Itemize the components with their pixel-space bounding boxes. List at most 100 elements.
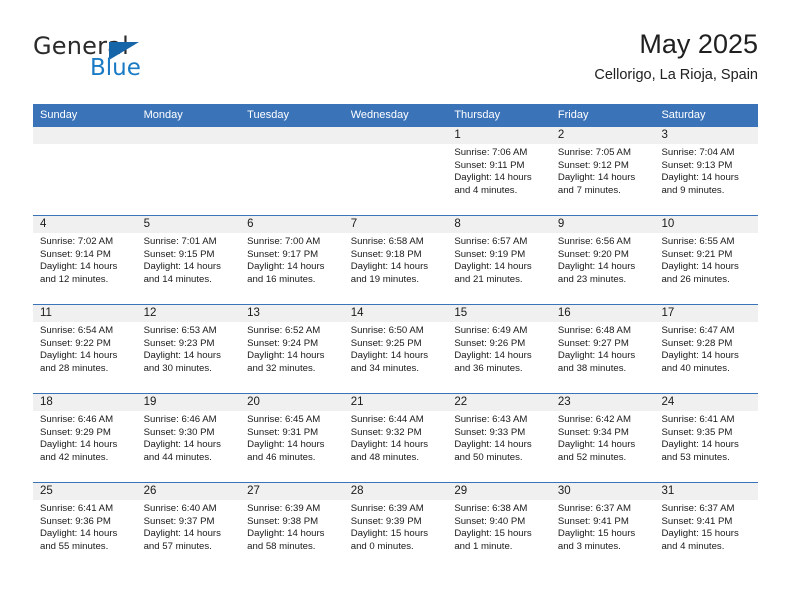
calendar-day-cell[interactable]: 21 Sunrise: 6:44 AM Sunset: 9:32 PM Dayligh…: [343, 394, 448, 482]
calendar-day-cell[interactable]: 18 Sunrise: 6:46 AM Sunset: 9:29 PM Dayligh…: [33, 394, 137, 482]
calendar-day-cell-empty: [343, 127, 448, 215]
daylight-duration-line2: and 19 minutes.: [350, 273, 420, 285]
day-number: 16: [550, 305, 655, 322]
day-sun-info: Sunrise: 6:37 AM Sunset: 9:41 PM Daylight:…: [551, 500, 655, 553]
sunset-time: Sunset: 9:27 PM: [557, 337, 629, 349]
title-block: May 2025 Cellorigo, La Rioja, Spain: [594, 28, 758, 85]
sunrise-time: Sunrise: 7:02 AM: [40, 236, 114, 247]
daylight-duration-line2: and 40 minutes.: [661, 362, 730, 374]
calendar-day-cell[interactable]: 7 Sunrise: 6:58 AM Sunset: 9:18 PM Daylight…: [343, 216, 448, 304]
daylight-duration-line2: and 36 minutes.: [454, 362, 523, 374]
day-number: 9: [550, 216, 655, 233]
calendar-day-cell[interactable]: 13 Sunrise: 6:52 AM Sunset: 9:24 PM Dayligh…: [240, 305, 344, 393]
daylight-duration-line2: and 34 minutes.: [350, 362, 420, 374]
day-sun-info: Sunrise: 6:50 AM Sunset: 9:25 PM Daylight:…: [344, 322, 448, 375]
sunrise-time: Sunrise: 6:38 AM: [454, 503, 528, 514]
calendar-day-cell[interactable]: 14 Sunrise: 6:50 AM Sunset: 9:25 PM Dayligh…: [343, 305, 448, 393]
calendar-day-cell[interactable]: 24 Sunrise: 6:41 AM Sunset: 9:35 PM Dayligh…: [654, 394, 759, 482]
sunrise-time: Sunrise: 6:39 AM: [350, 503, 424, 514]
sunrise-time: Sunrise: 6:40 AM: [143, 503, 217, 514]
calendar-day-cell[interactable]: 23 Sunrise: 6:42 AM Sunset: 9:34 PM Dayligh…: [550, 394, 655, 482]
calendar-day-cell[interactable]: 20 Sunrise: 6:45 AM Sunset: 9:31 PM Dayligh…: [240, 394, 344, 482]
calendar-day-cell[interactable]: 10 Sunrise: 6:55 AM Sunset: 9:21 PM Dayligh…: [654, 216, 759, 304]
sunset-time: Sunset: 9:33 PM: [454, 426, 526, 438]
day-number: [240, 127, 344, 144]
calendar-day-cell[interactable]: 25 Sunrise: 6:41 AM Sunset: 9:36 PM Dayligh…: [33, 483, 137, 571]
sunset-time: Sunset: 9:12 PM: [557, 159, 629, 171]
calendar-day-cell[interactable]: 2 Sunrise: 7:05 AM Sunset: 9:12 PM Daylight…: [550, 127, 655, 215]
calendar-day-cell[interactable]: 3 Sunrise: 7:04 AM Sunset: 9:13 PM Daylight…: [654, 127, 759, 215]
day-number: 12: [136, 305, 241, 322]
daylight-duration-line2: and 30 minutes.: [143, 362, 212, 374]
day-sun-info: Sunrise: 6:42 AM Sunset: 9:34 PM Daylight:…: [551, 411, 655, 464]
daylight-duration-line1: Daylight: 14 hours: [40, 261, 118, 273]
daylight-duration-line2: and 9 minutes.: [661, 184, 725, 196]
day-number: 30: [550, 483, 655, 500]
sunrise-time: Sunrise: 6:39 AM: [247, 503, 321, 514]
calendar-day-cell[interactable]: 22 Sunrise: 6:43 AM Sunset: 9:33 PM Dayligh…: [447, 394, 551, 482]
daylight-duration-line2: and 4 minutes.: [454, 184, 518, 196]
sunrise-time: Sunrise: 6:41 AM: [661, 414, 735, 425]
day-number: 1: [447, 127, 551, 144]
sunset-time: Sunset: 9:11 PM: [454, 159, 525, 171]
calendar-day-cell[interactable]: 6 Sunrise: 7:00 AM Sunset: 9:17 PM Daylight…: [240, 216, 344, 304]
calendar-day-cell[interactable]: 1 Sunrise: 7:06 AM Sunset: 9:11 PM Daylight…: [447, 127, 551, 215]
calendar-day-cell[interactable]: 17 Sunrise: 6:47 AM Sunset: 9:28 PM Dayligh…: [654, 305, 759, 393]
day-sun-info: Sunrise: 6:41 AM Sunset: 9:35 PM Daylight:…: [654, 411, 758, 464]
sunset-time: Sunset: 9:23 PM: [143, 337, 215, 349]
day-number: 29: [447, 483, 551, 500]
daylight-duration-line1: Daylight: 14 hours: [557, 261, 636, 273]
day-number: 22: [447, 394, 551, 411]
calendar-week-row: 4 Sunrise: 7:02 AM Sunset: 9:14 PM Daylight…: [33, 215, 759, 304]
calendar-day-cell[interactable]: 4 Sunrise: 7:02 AM Sunset: 9:14 PM Daylight…: [33, 216, 137, 304]
sunset-time: Sunset: 9:19 PM: [454, 248, 526, 260]
day-number: 2: [550, 127, 655, 144]
daylight-duration-line1: Daylight: 14 hours: [247, 261, 325, 273]
calendar-day-cell[interactable]: 5 Sunrise: 7:01 AM Sunset: 9:15 PM Daylight…: [136, 216, 241, 304]
calendar-day-cell[interactable]: 30 Sunrise: 6:37 AM Sunset: 9:41 PM Dayligh…: [550, 483, 655, 571]
sunrise-time: Sunrise: 6:37 AM: [557, 503, 631, 514]
daylight-duration-line1: Daylight: 15 hours: [454, 528, 532, 540]
calendar-day-cell[interactable]: 19 Sunrise: 6:46 AM Sunset: 9:30 PM Dayligh…: [136, 394, 241, 482]
sunrise-time: Sunrise: 6:46 AM: [143, 414, 217, 425]
day-sun-info: Sunrise: 7:06 AM Sunset: 9:11 PM Daylight:…: [447, 144, 551, 197]
calendar-day-cell[interactable]: 27 Sunrise: 6:39 AM Sunset: 9:38 PM Dayligh…: [240, 483, 344, 571]
sunset-time: Sunset: 9:37 PM: [143, 515, 215, 527]
sunrise-time: Sunrise: 6:53 AM: [143, 325, 217, 336]
daylight-duration-line2: and 53 minutes.: [661, 451, 730, 463]
calendar-day-cell[interactable]: 29 Sunrise: 6:38 AM Sunset: 9:40 PM Dayligh…: [447, 483, 551, 571]
calendar-day-cell-empty: [240, 127, 344, 215]
calendar-day-cell[interactable]: 9 Sunrise: 6:56 AM Sunset: 9:20 PM Daylight…: [550, 216, 655, 304]
sunset-time: Sunset: 9:40 PM: [454, 515, 526, 527]
day-number: 17: [654, 305, 759, 322]
sunrise-time: Sunrise: 6:47 AM: [661, 325, 735, 336]
daylight-duration-line2: and 57 minutes.: [143, 540, 212, 552]
day-sun-info: Sunrise: 6:55 AM Sunset: 9:21 PM Daylight:…: [654, 233, 758, 286]
daylight-duration-line1: Daylight: 14 hours: [247, 528, 325, 540]
calendar-day-cell[interactable]: 28 Sunrise: 6:39 AM Sunset: 9:39 PM Dayligh…: [343, 483, 448, 571]
sunset-time: Sunset: 9:14 PM: [40, 248, 111, 260]
day-sun-info: Sunrise: 6:47 AM Sunset: 9:28 PM Daylight:…: [654, 322, 758, 375]
day-sun-info: Sunrise: 6:41 AM Sunset: 9:36 PM Daylight:…: [33, 500, 137, 553]
day-sun-info: Sunrise: 6:39 AM Sunset: 9:39 PM Daylight:…: [344, 500, 448, 553]
daylight-duration-line2: and 38 minutes.: [557, 362, 627, 374]
day-number: 20: [240, 394, 344, 411]
calendar-day-cell[interactable]: 16 Sunrise: 6:48 AM Sunset: 9:27 PM Dayligh…: [550, 305, 655, 393]
daylight-duration-line1: Daylight: 14 hours: [557, 439, 636, 451]
daylight-duration-line1: Daylight: 15 hours: [350, 528, 429, 540]
sunrise-time: Sunrise: 6:44 AM: [350, 414, 424, 425]
general-blue-logo: General Blue: [33, 32, 263, 88]
weekday-header-row: Sunday Monday Tuesday Wednesday Thursday…: [33, 104, 758, 127]
calendar-day-cell[interactable]: 15 Sunrise: 6:49 AM Sunset: 9:26 PM Dayligh…: [447, 305, 551, 393]
calendar-day-cell[interactable]: 8 Sunrise: 6:57 AM Sunset: 9:19 PM Daylight…: [447, 216, 551, 304]
calendar-day-cell[interactable]: 12 Sunrise: 6:53 AM Sunset: 9:23 PM Dayligh…: [136, 305, 241, 393]
daylight-duration-line2: and 23 minutes.: [557, 273, 627, 285]
daylight-duration-line1: Daylight: 14 hours: [143, 439, 221, 451]
day-number: 19: [136, 394, 241, 411]
day-sun-info: Sunrise: 6:46 AM Sunset: 9:29 PM Daylight:…: [33, 411, 137, 464]
calendar-day-cell[interactable]: 26 Sunrise: 6:40 AM Sunset: 9:37 PM Dayligh…: [136, 483, 241, 571]
calendar-day-cell[interactable]: 11 Sunrise: 6:54 AM Sunset: 9:22 PM Dayligh…: [33, 305, 137, 393]
day-number: 10: [654, 216, 759, 233]
calendar-day-cell[interactable]: 31 Sunrise: 6:37 AM Sunset: 9:41 PM Dayligh…: [654, 483, 759, 571]
day-number: 4: [33, 216, 137, 233]
